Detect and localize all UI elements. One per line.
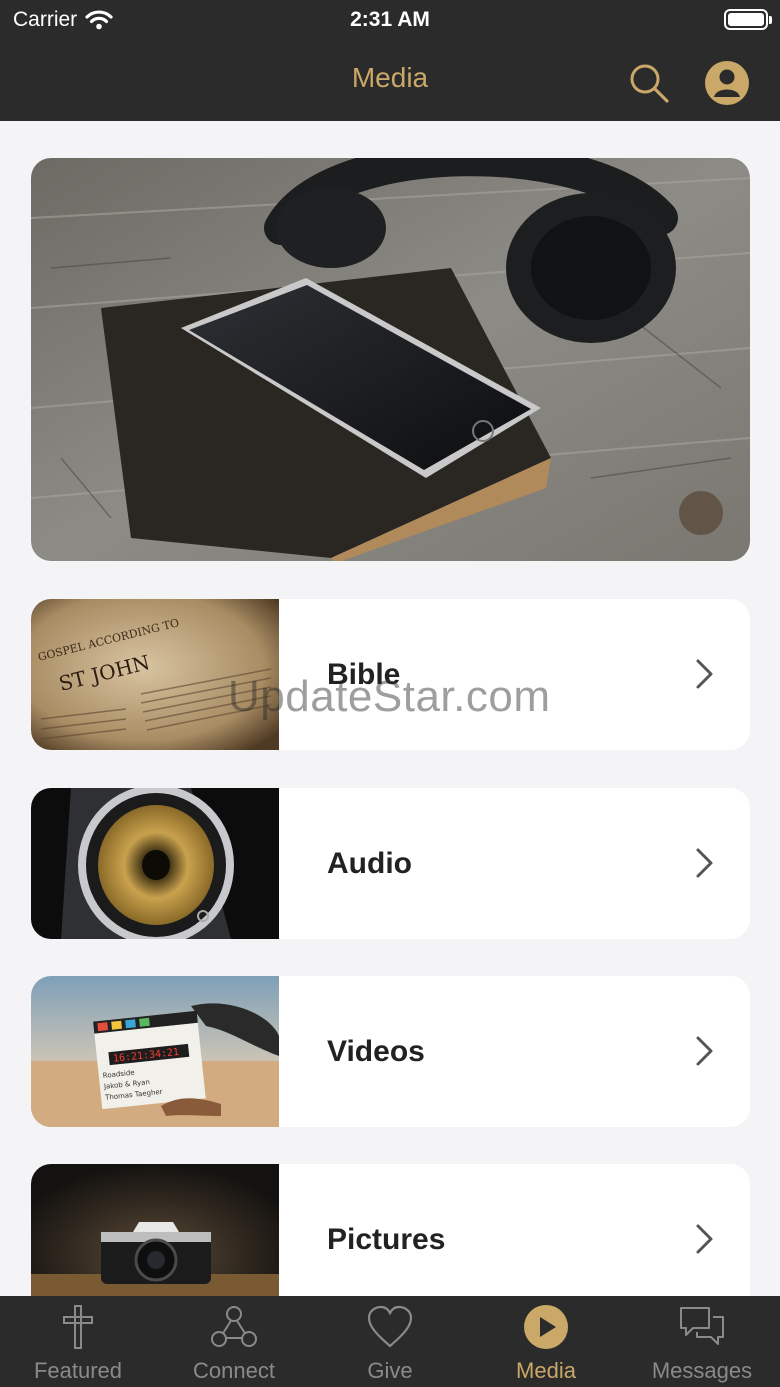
category-bible[interactable]: GOSPEL ACCORDING TO ST JOHN Bible [31,599,750,750]
category-label: Pictures [327,1223,446,1256]
search-icon[interactable] [628,62,670,104]
navigation-bar: Carrier 2:31 AM Media [0,0,780,121]
chevron-right-icon [696,659,713,689]
tab-label: Connect [193,1358,275,1383]
status-bar: Carrier 2:31 AM [0,0,780,40]
hero-image [31,158,750,561]
tab-connect[interactable]: Connect [156,1296,312,1387]
play-icon [524,1305,568,1349]
category-label: Bible [327,658,401,691]
profile-icon[interactable] [704,60,750,106]
category-audio[interactable]: Audio [31,788,750,939]
tab-featured[interactable]: Featured [0,1296,156,1387]
chat-icon [680,1307,724,1345]
pictures-thumbnail [31,1164,279,1315]
tab-label: Media [516,1358,576,1383]
audio-thumbnail [31,788,279,939]
battery-icon [724,9,772,30]
chevron-right-icon [696,1224,713,1254]
tab-label: Give [367,1358,413,1383]
status-time: 2:31 AM [350,8,430,31]
category-pictures[interactable]: Pictures [31,1164,750,1315]
chevron-right-icon [696,1036,713,1066]
tab-media[interactable]: Media [468,1296,624,1387]
connect-icon [211,1306,257,1347]
tab-label: Featured [33,1358,123,1383]
heart-icon [367,1305,413,1348]
bible-thumbnail: GOSPEL ACCORDING TO ST JOHN [31,599,279,750]
cross-icon [63,1305,93,1349]
videos-thumbnail: 16:21:34:21 Roadside Jakob & Ryan Thomas… [31,976,279,1127]
tab-messages[interactable]: Messages [624,1296,780,1387]
chevron-right-icon [696,848,713,878]
tab-give[interactable]: Give [312,1296,468,1387]
category-label: Audio [327,847,412,880]
tab-label: Messages [651,1358,753,1383]
category-videos[interactable]: 16:21:34:21 Roadside Jakob & Ryan Thomas… [31,976,750,1127]
media-screen: Carrier 2:31 AM Media GOSPEL ACCORDING T… [0,0,780,1387]
tab-bar: Featured Connect Give Media Messages [0,1296,780,1387]
category-label: Videos [327,1035,425,1068]
